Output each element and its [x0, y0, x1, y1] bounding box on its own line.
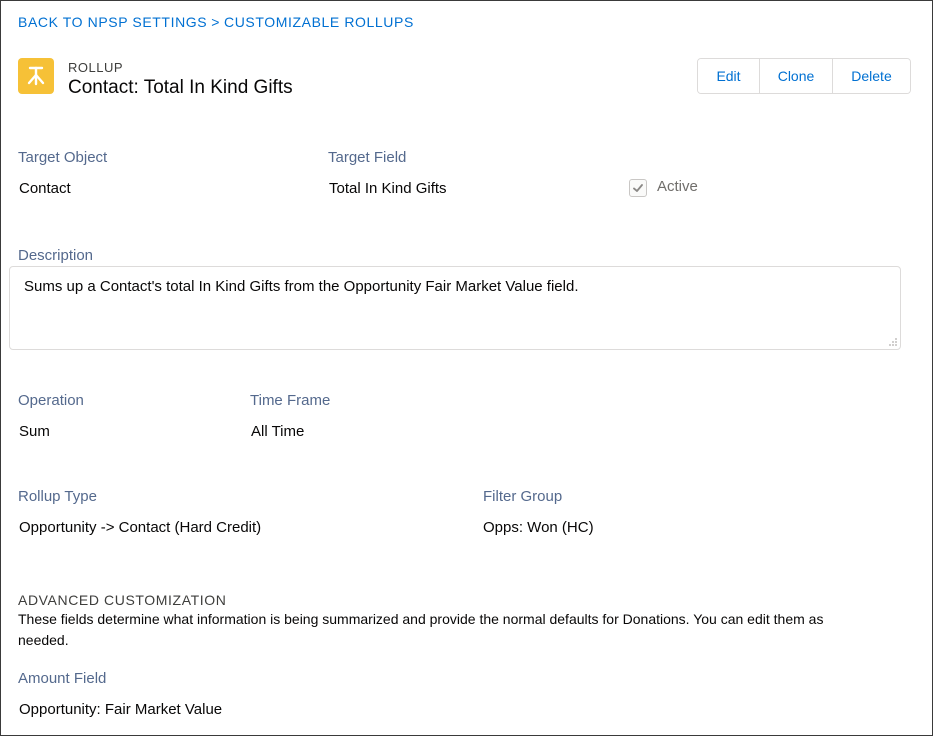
- time-frame-label: Time Frame: [250, 392, 331, 409]
- time-frame-value: All Time: [251, 423, 305, 440]
- action-button-group: Edit Clone Delete: [697, 58, 911, 94]
- edit-button[interactable]: Edit: [698, 59, 759, 93]
- target-object-value: Contact: [19, 180, 71, 197]
- page-title: Contact: Total In Kind Gifts: [68, 77, 293, 98]
- rollup-detail-page: BACK TO NPSP SETTINGS > CUSTOMIZABLE ROLLU…: [0, 0, 933, 736]
- filter-group-value: Opps: Won (HC): [483, 519, 594, 536]
- rollup-type-label: Rollup Type: [18, 488, 97, 505]
- filter-group-label: Filter Group: [483, 488, 563, 505]
- resize-grip-icon: [889, 338, 897, 346]
- operation-value: Sum: [19, 423, 50, 440]
- description-textarea: Sums up a Contact's total In Kind Gifts …: [9, 266, 901, 350]
- breadcrumb-rollups-link[interactable]: CUSTOMIZABLE ROLLUPS: [224, 14, 414, 30]
- rollup-icon: [18, 58, 54, 94]
- rollup-type-value: Opportunity -> Contact (Hard Credit): [19, 519, 262, 536]
- active-checkbox: [629, 179, 647, 197]
- amount-field-label: Amount Field: [18, 670, 107, 687]
- advanced-customization-heading: ADVANCED CUSTOMIZATION: [18, 592, 227, 608]
- breadcrumb-separator: >: [211, 14, 220, 30]
- amount-field-value: Opportunity: Fair Market Value: [19, 701, 223, 718]
- advanced-help-text: These fields determine what information …: [18, 611, 824, 648]
- checkmark-icon: [633, 184, 643, 192]
- target-field-value: Total In Kind Gifts: [329, 180, 447, 197]
- clone-button[interactable]: Clone: [759, 59, 832, 93]
- object-type-label: ROLLUP: [68, 60, 124, 75]
- breadcrumb-back-link[interactable]: BACK TO NPSP SETTINGS: [18, 14, 207, 30]
- active-label: Active: [657, 178, 698, 195]
- description-label: Description: [18, 247, 94, 264]
- description-value: Sums up a Contact's total In Kind Gifts …: [24, 278, 579, 295]
- breadcrumb: BACK TO NPSP SETTINGS > CUSTOMIZABLE ROLLU…: [18, 14, 414, 30]
- target-object-label: Target Object: [18, 149, 108, 166]
- operation-label: Operation: [18, 392, 84, 409]
- target-field-label: Target Field: [328, 149, 407, 166]
- delete-button[interactable]: Delete: [832, 59, 910, 93]
